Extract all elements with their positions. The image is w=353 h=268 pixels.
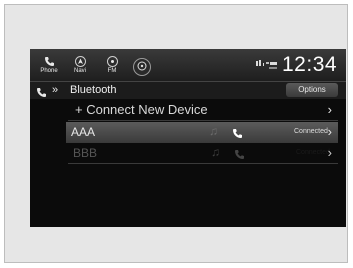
- list-item-label: + Connect New Device: [75, 102, 208, 117]
- top-bar: Phone Navi FM 12:34: [30, 49, 346, 82]
- call-icon: [234, 147, 245, 165]
- music-note-icon: ♫: [209, 124, 218, 138]
- radio-icon: [105, 55, 119, 67]
- chevron-right-icon: ›: [327, 124, 332, 139]
- breadcrumb-separator-icon: »: [52, 84, 59, 96]
- device-name: BBB: [73, 146, 98, 160]
- connect-new-device-item[interactable]: + Connect New Device ›: [68, 100, 338, 121]
- fm-label: FM: [107, 68, 117, 74]
- navi-icon: [73, 55, 87, 67]
- phone-icon: [36, 85, 47, 103]
- status-indicators: [256, 58, 278, 72]
- phone-icon: [42, 55, 56, 67]
- phone-label: Phone: [40, 68, 58, 74]
- head-unit-screen: Phone Navi FM 12:34 » Bluetooth Options …: [30, 49, 346, 227]
- options-button[interactable]: Options: [286, 83, 338, 97]
- music-disc-icon: [137, 58, 147, 76]
- figure-frame: Phone Navi FM 12:34 » Bluetooth Options …: [4, 4, 348, 263]
- clock: 12:34: [282, 53, 338, 76]
- device-name: AAA: [71, 125, 96, 139]
- title-bar: » Bluetooth Options: [30, 82, 346, 99]
- connection-status: Connected: [294, 128, 328, 135]
- chevron-right-icon: ›: [327, 102, 332, 117]
- device-item-bbb[interactable]: BBB ♫ Connected ›: [68, 143, 338, 164]
- device-item-aaa[interactable]: AAA ♫ Connected ›: [66, 122, 338, 143]
- music-source-button[interactable]: [133, 58, 151, 76]
- navi-label: Navi: [73, 68, 86, 74]
- fm-button[interactable]: FM: [98, 55, 126, 77]
- connection-status: Connected: [296, 149, 330, 156]
- page-title: Bluetooth: [70, 84, 117, 96]
- navi-button[interactable]: Navi: [66, 55, 94, 77]
- phone-button[interactable]: Phone: [35, 55, 63, 77]
- signal-icon: [256, 60, 277, 69]
- music-note-icon: ♫: [211, 145, 220, 159]
- chevron-right-icon: ›: [327, 145, 332, 160]
- call-icon: [232, 126, 243, 144]
